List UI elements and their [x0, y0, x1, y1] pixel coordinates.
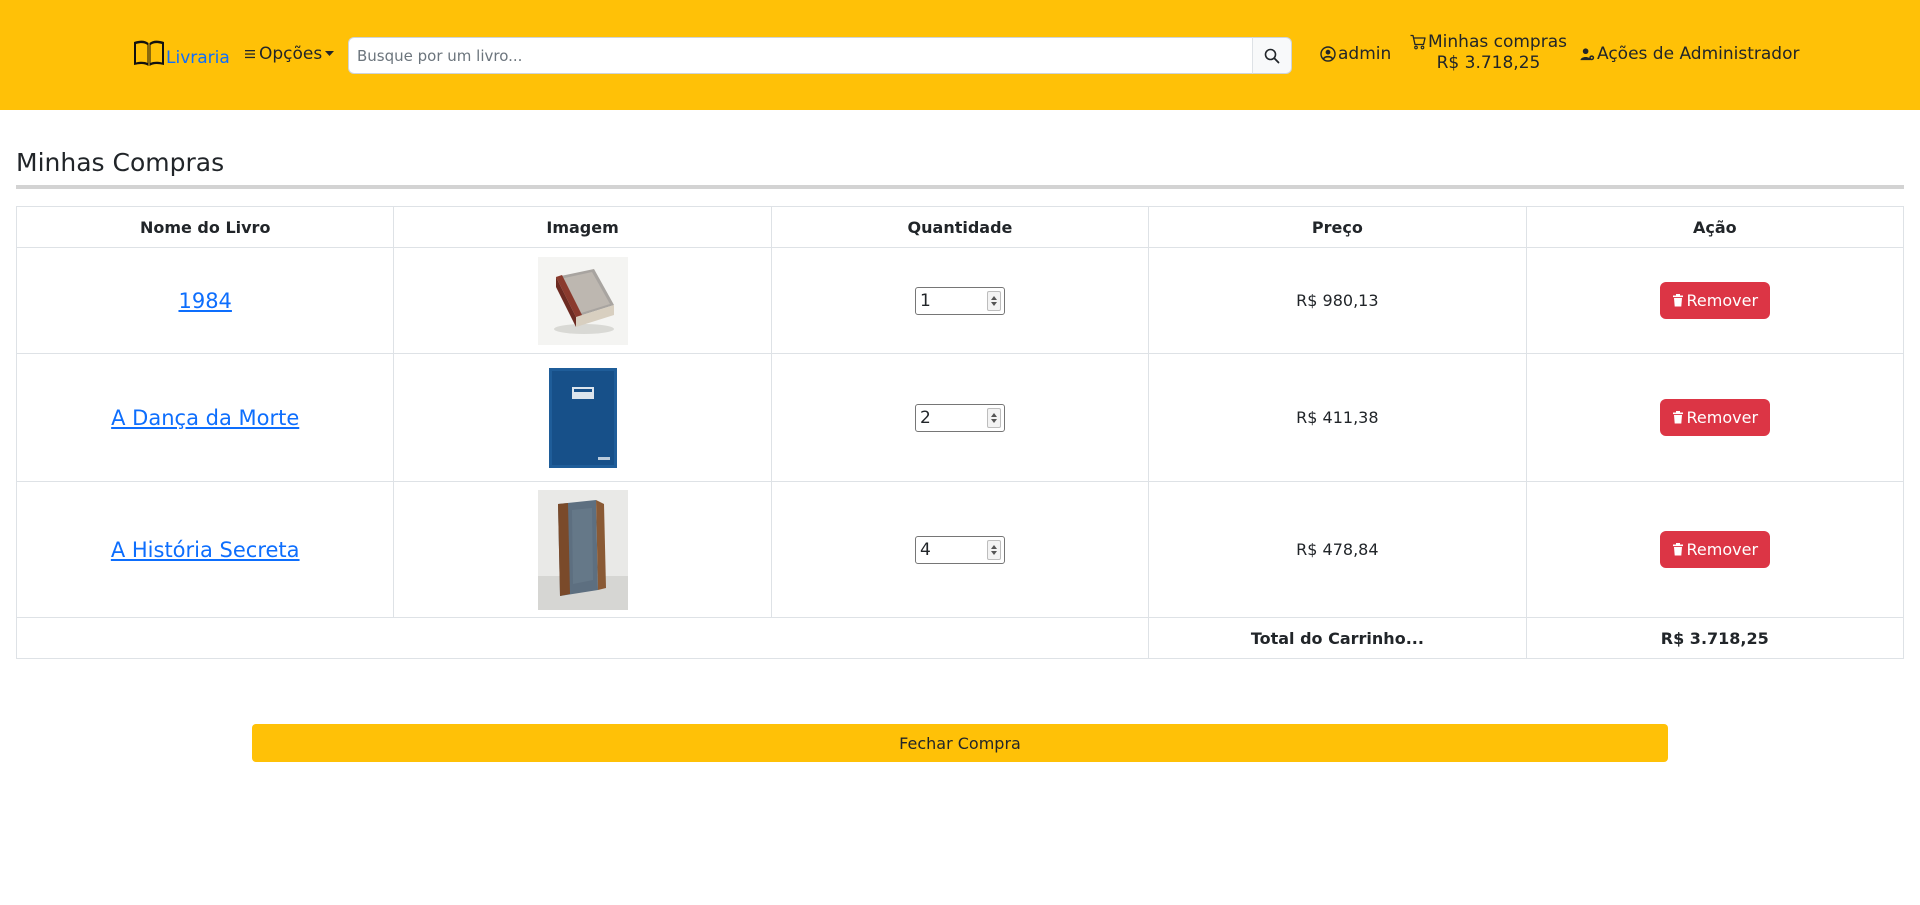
- quantity-stepper[interactable]: 1: [914, 286, 1005, 315]
- table-header-row: Nome do Livro Imagem Quantidade Preço Aç…: [15, 206, 1905, 248]
- search-icon: [1264, 48, 1280, 63]
- total-row-spacer: [15, 617, 1150, 659]
- spinner-arrows-icon[interactable]: [986, 539, 1001, 560]
- total-row: Total do Carrinho... R$ 3.718,25: [15, 617, 1905, 659]
- search-button[interactable]: [1252, 37, 1292, 74]
- remove-label: Remover: [1686, 540, 1759, 559]
- spinner-arrows-icon[interactable]: [986, 290, 1001, 311]
- column-header-quantity: Quantidade: [770, 206, 1150, 248]
- cart-total: R$ 3.718,25: [1436, 53, 1541, 73]
- remove-label: Remover: [1686, 408, 1759, 427]
- user-name: admin: [1338, 44, 1392, 64]
- page-title: Minhas Compras: [16, 148, 225, 177]
- table-row: 1984 1 R$ 980,13 Remover: [15, 247, 1905, 354]
- user-gear-icon: [1580, 47, 1595, 60]
- book-title-link[interactable]: 1984: [178, 289, 231, 313]
- cart-table: Nome do Livro Imagem Quantidade Preço Aç…: [15, 206, 1905, 659]
- book-cover-image[interactable]: [537, 256, 628, 345]
- open-book-icon: [134, 40, 164, 66]
- admin-actions-label: Ações de Administrador: [1597, 44, 1800, 64]
- top-navbar: Livraria Opções admin: [0, 0, 1920, 110]
- user-circle-icon: [1320, 46, 1336, 62]
- options-dropdown[interactable]: Opções: [244, 44, 335, 64]
- caret-down-icon: [325, 51, 335, 56]
- brand-link[interactable]: Livraria: [132, 38, 230, 68]
- remove-button[interactable]: Remover: [1659, 531, 1771, 568]
- column-header-price: Preço: [1148, 206, 1527, 248]
- remove-label: Remover: [1686, 291, 1759, 310]
- cart-label: Minhas compras: [1428, 32, 1567, 52]
- cart-link[interactable]: Minhas compras R$ 3.718,25: [1410, 32, 1567, 73]
- cart-total-label: Total do Carrinho...: [1148, 617, 1527, 659]
- item-price: R$ 980,13: [1296, 291, 1379, 310]
- search-form: [348, 37, 1292, 74]
- brand-name: Livraria: [166, 48, 230, 68]
- quantity-value: 1: [919, 290, 931, 311]
- trash-icon: [1672, 543, 1683, 556]
- quantity-stepper[interactable]: 2: [914, 403, 1005, 432]
- search-input[interactable]: [348, 37, 1252, 74]
- column-header-name: Nome do Livro: [15, 206, 395, 248]
- quantity-value: 4: [919, 539, 931, 560]
- title-divider: [16, 185, 1904, 189]
- remove-button[interactable]: Remover: [1659, 282, 1771, 319]
- cart-total-value: R$ 3.718,25: [1525, 617, 1905, 659]
- spinner-arrows-icon[interactable]: [986, 407, 1001, 428]
- quantity-stepper[interactable]: 4: [914, 535, 1005, 564]
- options-label: Opções: [259, 44, 323, 64]
- book-cover-image[interactable]: [547, 366, 618, 469]
- book-cover-image[interactable]: [537, 489, 628, 610]
- column-header-image: Imagem: [393, 206, 772, 248]
- cart-icon: [1410, 34, 1426, 50]
- table-row: A Dança da Morte 2 R$ 411,38 Remover: [15, 353, 1905, 482]
- book-title-link[interactable]: A História Secreta: [111, 538, 300, 562]
- quantity-value: 2: [919, 407, 931, 428]
- user-menu[interactable]: admin: [1320, 44, 1391, 64]
- item-price: R$ 478,84: [1296, 540, 1379, 559]
- trash-icon: [1672, 294, 1683, 307]
- trash-icon: [1672, 411, 1683, 424]
- item-price: R$ 411,38: [1296, 408, 1379, 427]
- checkout-button[interactable]: Fechar Compra: [252, 724, 1668, 762]
- remove-button[interactable]: Remover: [1659, 399, 1771, 436]
- admin-actions-link[interactable]: Ações de Administrador: [1580, 44, 1799, 64]
- list-icon: [245, 50, 255, 59]
- column-header-action: Ação: [1525, 206, 1905, 248]
- table-row: A História Secreta 4 R$ 478,84 Remover: [15, 481, 1905, 618]
- book-title-link[interactable]: A Dança da Morte: [111, 406, 299, 430]
